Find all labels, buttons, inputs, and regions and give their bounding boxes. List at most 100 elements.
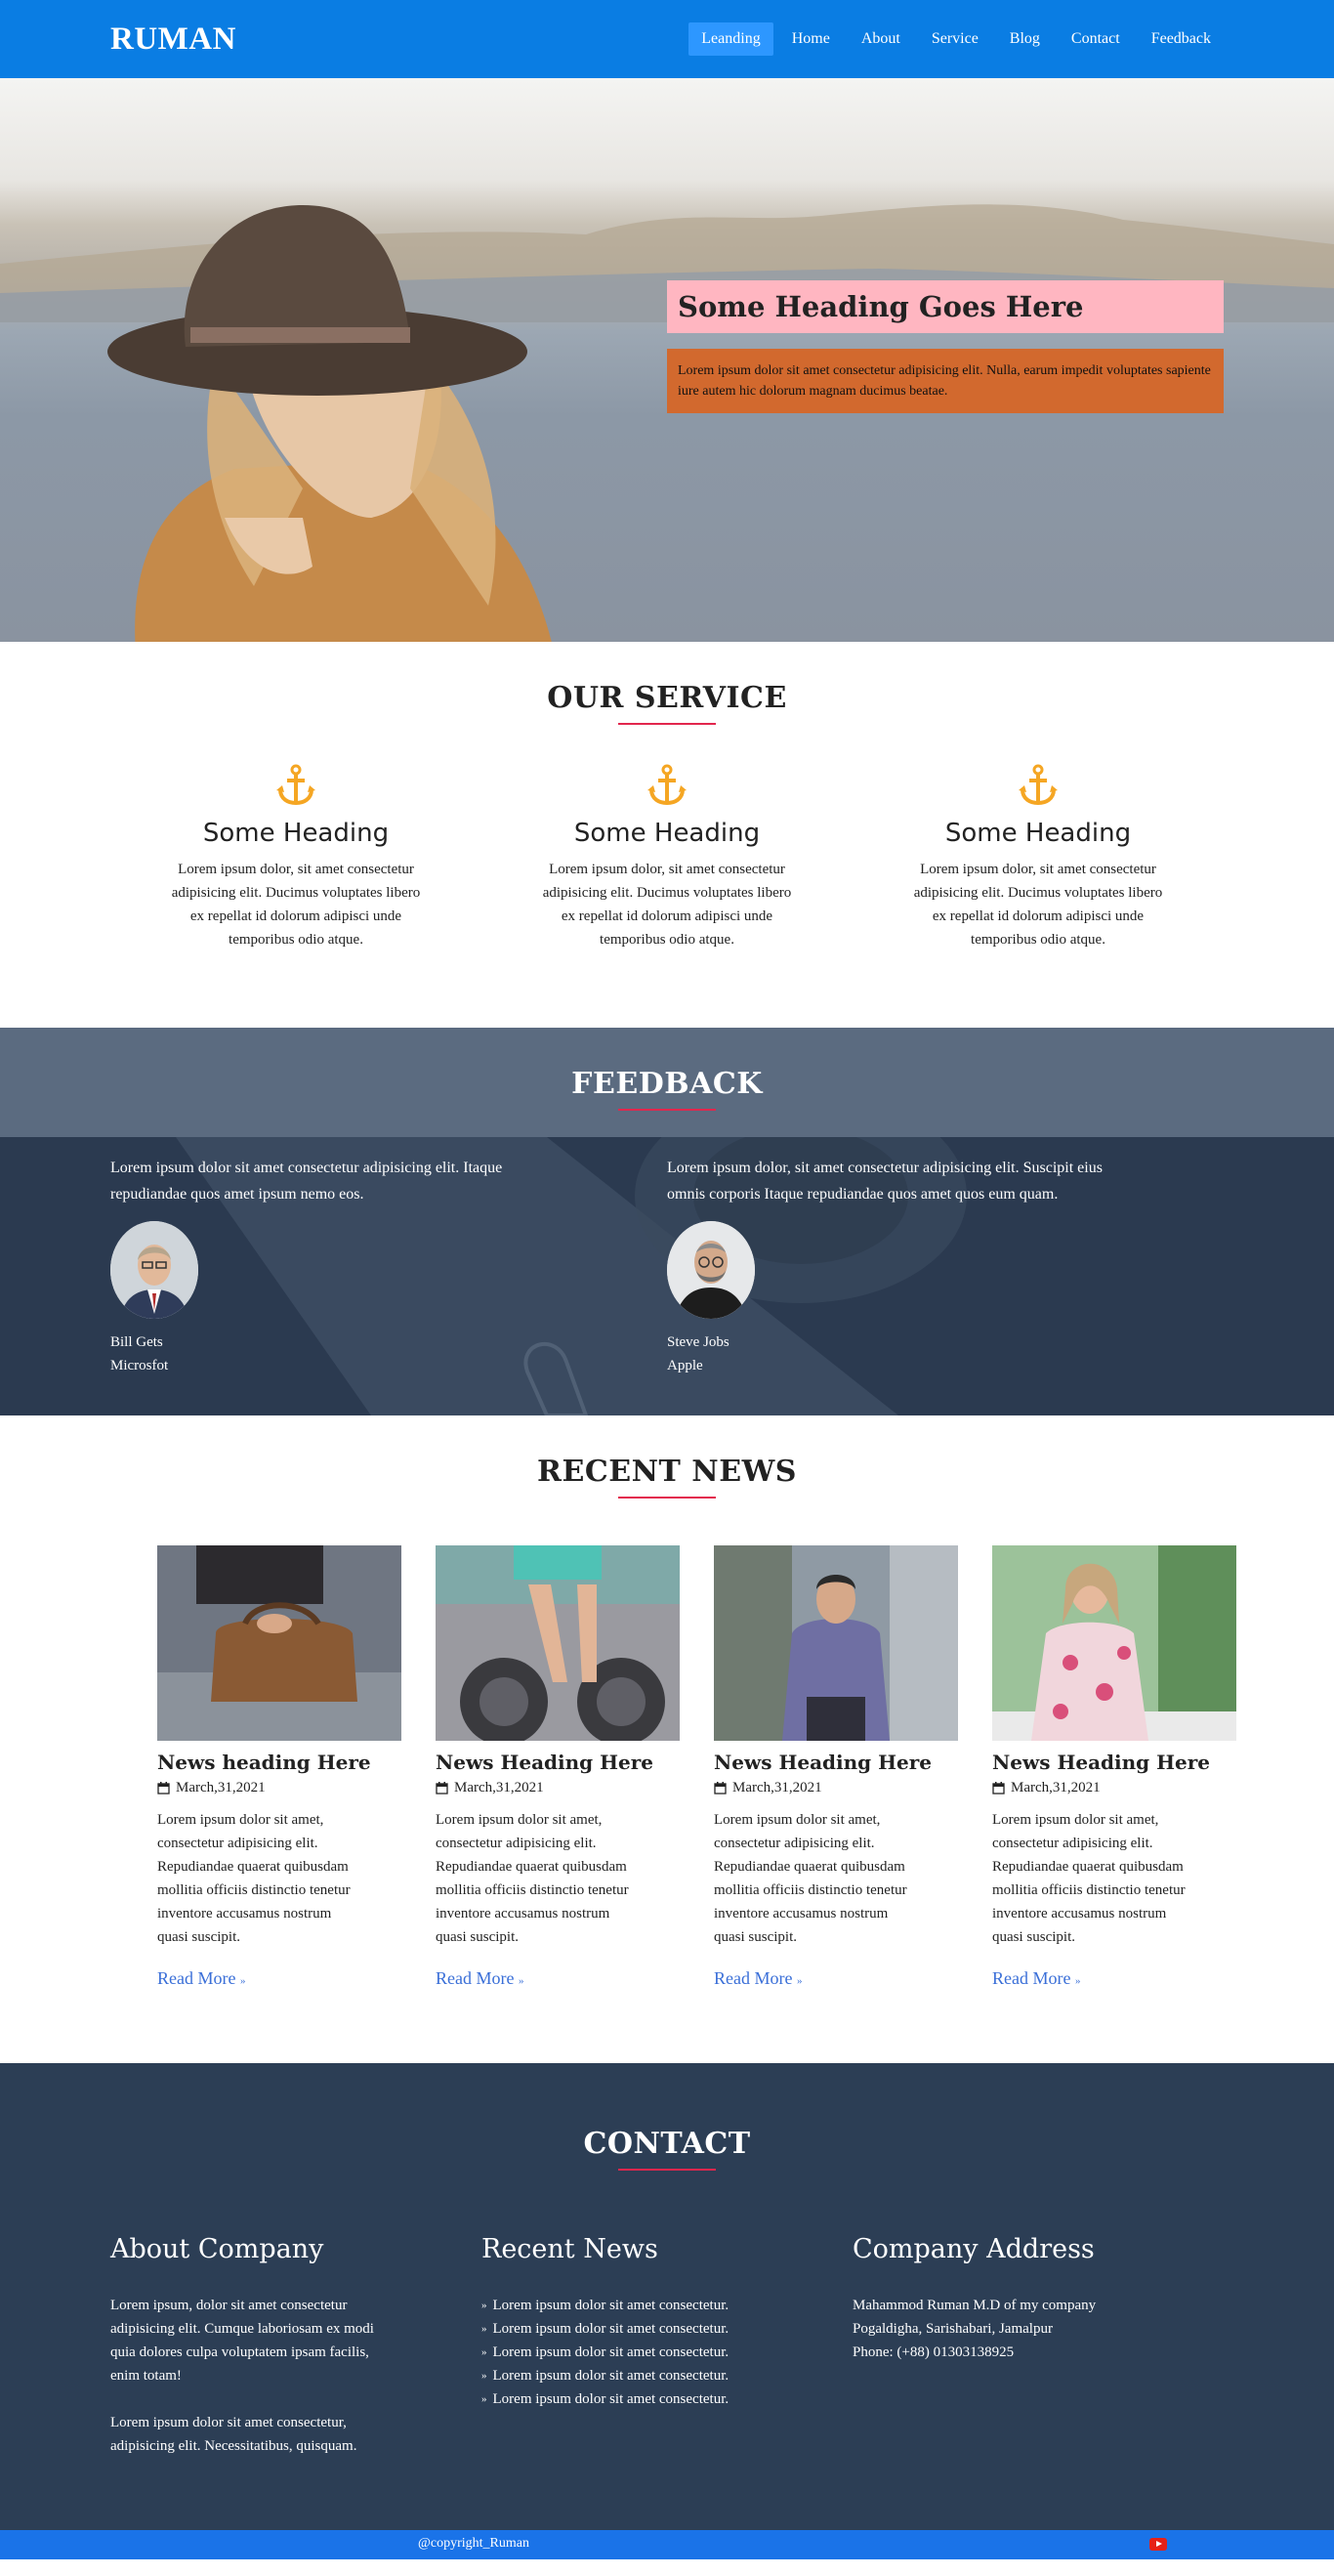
read-more-label: Read More <box>157 1968 236 1988</box>
brand-logo[interactable]: RUMAN <box>110 21 236 58</box>
nav-blog[interactable]: Blog <box>997 22 1053 56</box>
recent-news-column: Recent News » Lorem ipsum dolor sit amet … <box>481 2234 853 2458</box>
nav-feedback[interactable]: Feedback <box>1139 22 1224 56</box>
testimonial-card: Lorem ipsum dolor, sit amet consectetur … <box>667 1137 1224 1377</box>
avatar <box>110 1221 198 1319</box>
about-company-heading: About Company <box>110 2234 324 2264</box>
recent-news-link[interactable]: » Lorem ipsum dolor sit amet consectetur. <box>481 2341 853 2364</box>
recent-news-text: Lorem ipsum dolor sit amet consectetur. <box>492 2391 730 2407</box>
news-image[interactable] <box>436 1545 680 1741</box>
recent-news-link[interactable]: » Lorem ipsum dolor sit amet consectetur. <box>481 2387 853 2411</box>
news-date-text: March,31,2021 <box>454 1780 544 1795</box>
read-more-link[interactable]: Read More » <box>992 1968 1080 1989</box>
address-line: Mahammod Ruman M.D of my company <box>853 2298 1097 2313</box>
news-heading[interactable]: News Heading Here <box>436 1751 680 1774</box>
about-company-text: Lorem ipsum dolor sit amet consectetur, … <box>110 2415 357 2454</box>
recent-news-text: Lorem ipsum dolor sit amet consectetur. <box>492 2298 730 2313</box>
address-line: Pogaldigha, Sarishabari, Jamalpur <box>853 2321 1053 2337</box>
news-card: News Heading Here March,31,2021 Lorem ip… <box>436 1545 680 1989</box>
feedback-section: FEEDBACK Lorem ipsum dolor sit amet cons… <box>0 1028 1334 1415</box>
news-image[interactable] <box>714 1545 958 1741</box>
news-date-text: March,31,2021 <box>1011 1780 1101 1795</box>
nav-service[interactable]: Service <box>919 22 991 56</box>
read-more-link[interactable]: Read More » <box>436 1968 523 1989</box>
calendar-icon <box>714 1782 727 1795</box>
news-card: News Heading Here March,31,2021 Lorem ip… <box>992 1545 1236 1989</box>
title-underline <box>618 2169 716 2171</box>
anchor-icon <box>276 764 315 806</box>
testimonial-quote: Lorem ipsum dolor, sit amet consectetur … <box>667 1160 1103 1203</box>
double-chevron-right-icon: » <box>1074 1975 1081 1987</box>
news-heading[interactable]: News Heading Here <box>714 1751 958 1774</box>
service-text: Lorem ipsum dolor, sit amet consectetur … <box>171 862 421 948</box>
service-card: Some Heading Lorem ipsum dolor, sit amet… <box>481 764 853 951</box>
read-more-link[interactable]: Read More » <box>157 1968 245 1989</box>
company-address-heading: Company Address <box>853 2234 1095 2264</box>
service-text: Lorem ipsum dolor, sit amet consectetur … <box>913 862 1163 948</box>
news-text: Lorem ipsum dolor sit amet, consectetur … <box>714 1812 907 1945</box>
service-heading: Some Heading <box>202 819 390 848</box>
news-title: RECENT NEWS <box>537 1455 797 1489</box>
hero-text: Lorem ipsum dolor sit amet consectetur a… <box>667 349 1224 413</box>
nav-contact[interactable]: Contact <box>1059 22 1133 56</box>
youtube-icon[interactable] <box>1149 2538 1167 2551</box>
double-chevron-right-icon: » <box>239 1975 246 1987</box>
anchor-icon <box>1019 764 1058 806</box>
nav-home[interactable]: Home <box>779 22 843 56</box>
avatar <box>667 1221 755 1319</box>
double-chevron-right-icon: » <box>518 1975 524 1987</box>
title-underline <box>618 1109 716 1111</box>
news-section: RECENT NEWS News heading Here March,31,2… <box>0 1415 1334 2063</box>
testimonial-name: Steve Jobs <box>667 1334 730 1350</box>
news-date: March,31,2021 <box>714 1780 958 1796</box>
anchor-icon <box>647 764 687 806</box>
about-company-column: About Company Lorem ipsum, dolor sit ame… <box>110 2234 481 2458</box>
copyright-text: @copyright_Ruman <box>418 2536 529 2551</box>
news-card: News heading Here March,31,2021 Lorem ip… <box>157 1545 401 1989</box>
calendar-icon <box>436 1782 448 1795</box>
news-image[interactable] <box>157 1545 401 1741</box>
phone-line: Phone: (+88) 01303138925 <box>853 2344 1015 2360</box>
service-section: OUR SERVICE Some Heading Lorem ipsum dol… <box>0 642 1334 1028</box>
recent-news-text: Lorem ipsum dolor sit amet consectetur. <box>492 2321 730 2337</box>
news-text: Lorem ipsum dolor sit amet, consectetur … <box>157 1812 351 1945</box>
read-more-label: Read More <box>992 1968 1071 1988</box>
news-heading[interactable]: News heading Here <box>157 1751 401 1774</box>
double-chevron-right-icon: » <box>481 2323 487 2335</box>
title-underline <box>618 723 716 725</box>
testimonial-company: Apple <box>667 1358 703 1373</box>
hero-title: Some Heading Goes Here <box>667 280 1224 333</box>
recent-news-text: Lorem ipsum dolor sit amet consectetur. <box>492 2368 730 2384</box>
double-chevron-right-icon: » <box>481 2370 487 2382</box>
service-card: Some Heading Lorem ipsum dolor, sit amet… <box>110 764 481 951</box>
footer: @copyright_Ruman <box>0 2530 1334 2559</box>
double-chevron-right-icon: » <box>481 2346 487 2358</box>
service-heading: Some Heading <box>573 819 761 848</box>
double-chevron-right-icon: » <box>481 2393 487 2405</box>
news-heading[interactable]: News Heading Here <box>992 1751 1236 1774</box>
calendar-icon <box>157 1782 170 1795</box>
feedback-title: FEEDBACK <box>571 1067 763 1101</box>
navbar: RUMAN Leanding Home About Service Blog C… <box>0 0 1334 78</box>
recent-news-link[interactable]: » Lorem ipsum dolor sit amet consectetur. <box>481 2294 853 2317</box>
testimonial-card: Lorem ipsum dolor sit amet consectetur a… <box>110 1137 667 1377</box>
service-heading: Some Heading <box>944 819 1132 848</box>
news-date: March,31,2021 <box>992 1780 1236 1796</box>
news-date: March,31,2021 <box>157 1780 401 1796</box>
read-more-link[interactable]: Read More » <box>714 1968 802 1989</box>
service-title: OUR SERVICE <box>547 681 787 715</box>
nav-about[interactable]: About <box>849 22 913 56</box>
news-image[interactable] <box>992 1545 1236 1741</box>
hero-content: Some Heading Goes Here Lorem ipsum dolor… <box>667 280 1224 413</box>
contact-section: CONTACT About Company Lorem ipsum, dolor… <box>0 2063 1334 2530</box>
recent-news-heading: Recent News <box>481 2234 658 2264</box>
news-text: Lorem ipsum dolor sit amet, consectetur … <box>992 1812 1186 1945</box>
news-date-text: March,31,2021 <box>732 1780 822 1795</box>
contact-title: CONTACT <box>583 2127 751 2161</box>
nav-leanding[interactable]: Leanding <box>688 22 773 56</box>
recent-news-link[interactable]: » Lorem ipsum dolor sit amet consectetur. <box>481 2364 853 2387</box>
double-chevron-right-icon: » <box>481 2300 487 2311</box>
read-more-label: Read More <box>436 1968 515 1988</box>
news-date: March,31,2021 <box>436 1780 680 1796</box>
recent-news-link[interactable]: » Lorem ipsum dolor sit amet consectetur. <box>481 2317 853 2341</box>
